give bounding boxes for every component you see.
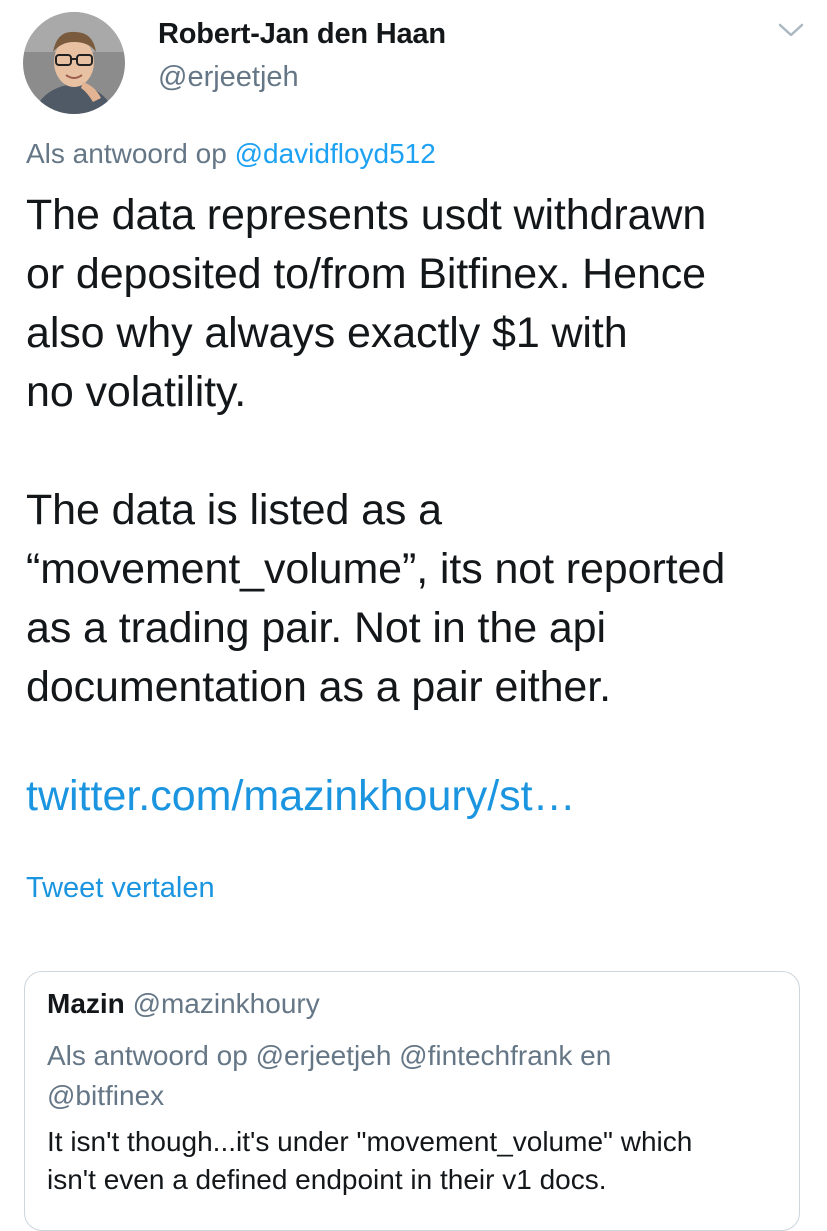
tweet-line: “movement_volume”, its not reported — [26, 545, 726, 593]
quoted-tweet-card[interactable]: Mazin @mazinkhoury Als antwoord op @erje… — [24, 971, 800, 1231]
tweet-line: also why always exactly $1 with — [26, 309, 628, 357]
quoted-tweet-line: It isn't though...it's under "movement_v… — [47, 1126, 693, 1157]
quoted-tweet-text: It isn't though...it's under "movement_v… — [47, 1123, 797, 1199]
author-handle[interactable]: @erjeetjeh — [158, 61, 299, 94]
tweet-line: The data is listed as a — [26, 486, 442, 534]
quoted-tweet-header: Mazin @mazinkhoury — [47, 988, 320, 1020]
quoted-reply-line: @bitfinex — [47, 1080, 165, 1111]
reply-context: Als antwoord op @davidfloyd512 — [26, 138, 436, 170]
author-display-name[interactable]: Robert-Jan den Haan — [158, 18, 446, 51]
translate-tweet-button[interactable]: Tweet vertalen — [26, 872, 215, 905]
quoted-reply-line: Als antwoord op @erjeetjeh @fintechfrank… — [47, 1040, 612, 1071]
tweet-line: The data represents usdt withdrawn — [26, 191, 707, 239]
avatar[interactable] — [23, 12, 125, 114]
quoted-reply-context: Als antwoord op @erjeetjeh @fintechfrank… — [47, 1036, 777, 1116]
reply-prefix: Als antwoord op — [26, 138, 227, 169]
tweet-link[interactable]: twitter.com/mazinkhoury/st… — [26, 772, 576, 821]
tweet-line: documentation as a pair either. — [26, 663, 611, 711]
tweet-line: or deposited to/from Bitfinex. Hence — [26, 250, 706, 298]
avatar-photo — [23, 12, 125, 114]
quoted-tweet-line: isn't even a defined endpoint in their v… — [47, 1164, 607, 1195]
quoted-author-name: Mazin — [47, 988, 125, 1019]
tweet-line: as a trading pair. Not in the api — [26, 604, 606, 652]
tweet-line: no volatility. — [26, 368, 247, 416]
reply-mention-link[interactable]: @davidfloyd512 — [235, 138, 436, 169]
chevron-down-icon[interactable] — [776, 20, 806, 40]
quoted-author-handle: @mazinkhoury — [132, 988, 320, 1019]
tweet-text: The data represents usdt withdrawn or de… — [26, 186, 806, 717]
